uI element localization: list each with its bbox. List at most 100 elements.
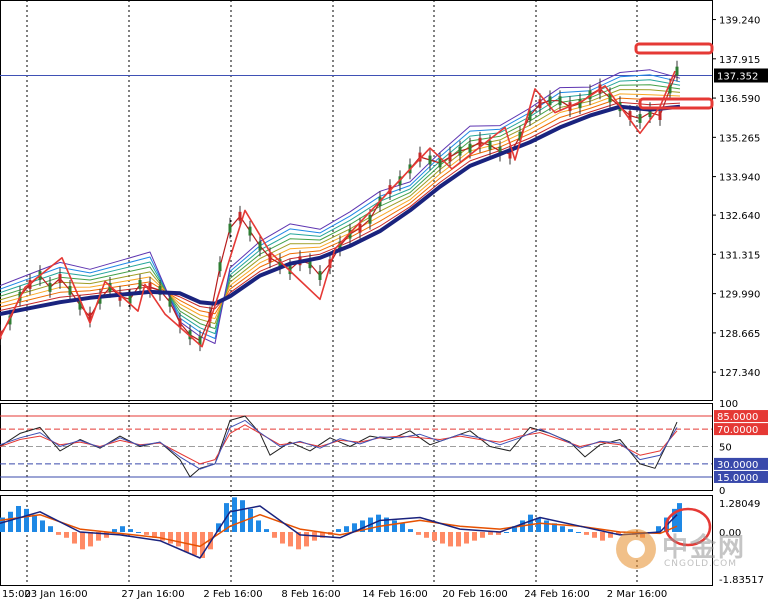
candle-body (218, 262, 222, 272)
candle-body (578, 99, 582, 109)
moving-average-line (0, 104, 681, 317)
candle-body (675, 66, 679, 76)
macd-bar (536, 517, 541, 532)
candle-body (48, 282, 52, 292)
macd-bar (376, 514, 381, 532)
macd-bar (592, 531, 597, 538)
macd-bar (256, 520, 261, 532)
ribbon-ma-line (0, 101, 681, 311)
macd-bar (288, 531, 293, 547)
macd-bar (568, 529, 573, 532)
candle-body (538, 99, 542, 109)
candle-body (258, 241, 262, 251)
current-price-label: 137.352 (717, 71, 758, 82)
osc-tick-label: 0 (719, 486, 725, 497)
macd-bar (168, 531, 173, 544)
candle-body (368, 214, 372, 224)
macd-bar (176, 531, 181, 547)
osc-tick-label: 100 (719, 399, 738, 410)
macd-bar (40, 520, 45, 532)
price-tick-label: 128.665 (719, 329, 760, 340)
watermark-sub: CNGOLD.COM (664, 559, 738, 569)
macd-bar (544, 520, 549, 532)
candle-body (68, 285, 72, 295)
brand-logo-icon (616, 529, 656, 569)
zigzag-line (0, 70, 676, 348)
candle-body (268, 253, 272, 263)
x-tick-label: 2 Mar 16:00 (607, 589, 667, 600)
osc-line (0, 424, 678, 465)
trading-chart: 139.240 137.915 136.590 135.265 133.940 132.6… (0, 0, 768, 600)
osc-tick-label: 85.0000 (717, 412, 758, 423)
target-marker-upper (634, 42, 714, 55)
macd-bar (128, 529, 133, 532)
macd-tick-label: 1.28049 (719, 499, 760, 510)
macd-bar (88, 531, 93, 547)
macd-bar (584, 531, 589, 535)
macd-bar (464, 531, 469, 544)
macd-bar (136, 531, 141, 533)
candle-body (638, 114, 642, 123)
macd-bar (24, 508, 29, 532)
macd-bar (192, 531, 197, 556)
macd-bar (440, 531, 445, 544)
candle-body (138, 280, 142, 289)
macd-bar (144, 531, 149, 535)
macd-bar (72, 531, 77, 544)
x-tick-label: 27 Jan 16:00 (121, 589, 184, 600)
candle-body (558, 96, 562, 106)
macd-bar (504, 531, 509, 533)
price-tick-label: 137.915 (719, 55, 760, 66)
macd-bar (600, 531, 605, 541)
macd-bar (184, 531, 189, 553)
price-tick-label: 135.265 (719, 133, 760, 144)
macd-bar (432, 531, 437, 541)
macd-bar (48, 526, 53, 532)
price-tick-label: 139.240 (719, 16, 760, 27)
candle-body (428, 155, 432, 165)
price-tick-label: 133.940 (719, 173, 760, 184)
candle-body (358, 223, 362, 233)
candle-body (58, 274, 62, 283)
price-tick-label: 136.590 (719, 94, 760, 105)
macd-bar (344, 526, 349, 532)
candle-body (248, 226, 252, 236)
macd-bar (80, 531, 85, 550)
watermark-logo: 中金网 CNGOLD.COM (610, 523, 760, 583)
price-tick-label: 132.640 (719, 211, 760, 222)
macd-bar (120, 526, 125, 532)
macd-bar (264, 529, 269, 532)
macd-bar (304, 531, 309, 547)
candle-body (548, 96, 552, 106)
price-tick-label: 131.315 (719, 250, 760, 261)
macd-bar (392, 520, 397, 532)
macd-bar (528, 514, 533, 532)
macd-bar (416, 531, 421, 535)
candle-body (468, 143, 472, 153)
candle-body (238, 211, 242, 221)
osc-tick-label: 50 (719, 443, 732, 454)
macd-bar (456, 531, 461, 547)
macd-bar (32, 514, 37, 532)
macd-bar (56, 531, 61, 535)
x-tick-label: 2 Feb 16:00 (203, 589, 262, 600)
macd-bar (280, 531, 285, 544)
osc-tick-label: 70.0000 (717, 425, 758, 436)
macd-bar (408, 529, 413, 532)
x-tick-label: 20 Feb 16:00 (442, 589, 508, 600)
price-tick-label: 127.340 (719, 368, 760, 379)
candle-body (448, 152, 452, 162)
candle-body (438, 158, 442, 168)
macd-bar (560, 526, 565, 532)
macd-bar (232, 497, 237, 532)
candle-body (458, 146, 462, 156)
macd-bar (240, 500, 245, 532)
candle-body (228, 223, 232, 233)
x-tick-label: 14 Feb 16:00 (362, 589, 428, 600)
ribbon-ma-line (0, 93, 681, 320)
macd-bar (248, 508, 253, 532)
macd-bar (488, 531, 493, 535)
macd-bar (576, 531, 581, 533)
macd-bar (272, 531, 277, 538)
ribbon-ma-line (0, 69, 681, 344)
